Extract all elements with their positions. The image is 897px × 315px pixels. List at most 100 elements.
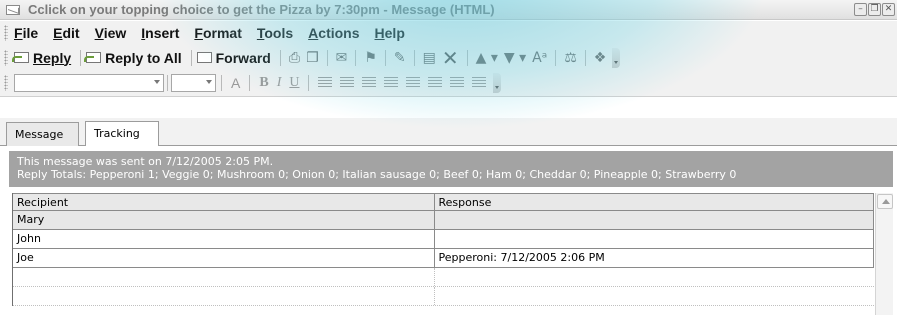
toolbar-grip-icon[interactable] [4,49,8,66]
font-size-icon[interactable]: Aᵃ [532,50,547,66]
table-row[interactable]: Joe Pepperoni: 7/12/2005 2:06 PM [13,249,874,268]
menu-format[interactable]: Format [194,25,241,41]
menu-bar: File Edit View Insert Format Tools Actio… [0,21,897,45]
toolbar-separator [326,49,328,66]
decrease-indent-icon[interactable] [428,77,443,89]
toolbar-separator [355,49,357,66]
close-button[interactable]: ✕ [882,3,895,16]
standard-toolbar: Reply Reply to All Forward ⎙ ❐ ✉ ⚑ ✎ ▤ ✕… [0,45,897,70]
table-header: Recipient Response [13,193,874,211]
minimize-button[interactable]: – [854,3,867,16]
menu-edit[interactable]: Edit [53,25,79,41]
tab-strip: Message Tracking [0,118,897,146]
response-cell [435,211,874,229]
tab-tracking[interactable]: Tracking [85,121,159,146]
reply-all-button[interactable]: Reply to All [84,49,182,66]
copy-icon[interactable]: ❐ [306,50,319,66]
align-left-icon[interactable] [318,77,333,89]
align-center-icon[interactable] [340,77,355,89]
empty-cell [13,287,435,305]
forward-label: Forward [215,49,271,66]
sent-line: This message was sent on 7/12/2005 2:05 … [17,155,274,168]
align-right-icon[interactable] [362,77,377,89]
menu-actions[interactable]: Actions [308,25,359,41]
menu-file[interactable]: File [14,25,38,41]
table-row[interactable]: John [13,230,874,249]
title-bar: Cclick on your topping choice to get the… [0,0,897,20]
underline-button[interactable]: U [289,75,299,91]
envelope-icon [6,4,20,15]
forward-button[interactable]: Forward [196,49,271,66]
toolbar-separator [466,49,468,66]
forward-icon [196,50,214,65]
tracking-table: Recipient Response Mary John Joe Peppero… [12,193,874,306]
reply-label: Reply [33,49,72,66]
toolbar-options-chevron-icon[interactable] [612,47,621,68]
toolbar-separator [190,49,192,66]
font-color-button[interactable]: A [231,75,240,91]
empty-row [13,268,874,287]
tracking-info-bar: This message was sent on 7/12/2005 2:05 … [9,151,893,187]
help-icon[interactable]: ❖ [594,50,607,66]
response-cell [435,230,874,248]
horizontal-line-icon[interactable] [472,77,487,89]
format-options-chevron-icon[interactable] [493,73,502,93]
empty-cell [435,268,874,286]
categorize-icon[interactable]: ✎ [394,50,406,66]
bold-button[interactable]: B [259,75,268,91]
bulleted-list-icon[interactable] [406,77,421,89]
flag-icon[interactable]: ⚑ [364,50,377,66]
reply-all-icon [84,50,103,65]
italic-button[interactable]: I [277,75,282,91]
print-icon[interactable]: ⎙ [289,50,300,66]
toolbar-separator [413,49,415,66]
toolbar-separator [384,49,386,66]
toolbar-separator [555,49,557,66]
menu-grip-icon[interactable] [4,25,8,41]
empty-row [13,287,874,306]
recipient-cell: John [13,230,435,248]
table-row[interactable]: Mary [13,211,874,230]
junk-icon[interactable]: ⚖ [564,50,577,66]
response-cell: Pepperoni: 7/12/2005 2:06 PM [435,249,874,267]
menu-help[interactable]: Help [375,25,405,41]
reply-all-label: Reply to All [105,49,182,66]
vertical-scrollbar[interactable] [875,193,893,315]
menu-view[interactable]: View [95,25,127,41]
toolbar-separator [308,75,310,91]
menu-tools[interactable]: Tools [257,25,293,41]
toolbar-separator [221,75,222,91]
restore-button[interactable]: ❐ [868,3,881,16]
menu-insert[interactable]: Insert [141,25,179,41]
format-grip-icon[interactable] [4,75,8,91]
recipient-cell: Mary [13,211,435,229]
window-controls: – ❐ ✕ [854,3,895,16]
delete-icon[interactable]: ✕ [442,48,459,68]
reply-button[interactable]: Reply [12,49,72,66]
reply-icon [12,50,31,65]
reply-totals-line: Reply Totals: Pepperoni 1; Veggie 0; Mus… [17,168,737,181]
column-header-recipient[interactable]: Recipient [13,194,435,210]
formatting-toolbar: A B I U [0,70,897,97]
toolbar-separator [279,49,281,66]
tracking-pane: This message was sent on 7/12/2005 2:05 … [0,147,897,315]
size-combo[interactable] [171,74,216,92]
scroll-up-icon[interactable] [877,194,893,209]
chevron-down-icon [154,80,160,84]
empty-cell [13,268,435,286]
window-title: Cclick on your topping choice to get the… [28,2,495,17]
chevron-down-icon [206,80,212,84]
empty-cell [435,287,874,305]
recipient-cell: Joe [13,249,435,267]
numbered-list-icon[interactable] [384,77,399,89]
increase-indent-icon[interactable] [450,77,465,89]
column-header-response[interactable]: Response [435,194,874,210]
move-icon[interactable]: ✉ [336,50,348,66]
next-item-icon[interactable]: ▼ ▾ [504,50,526,66]
address-book-icon[interactable]: ▤ [423,50,436,66]
toolbar-separator [80,49,82,66]
toolbar-separator [249,75,251,91]
tab-message[interactable]: Message [6,122,79,146]
previous-item-icon[interactable]: ▲ ▾ [476,50,498,66]
font-combo[interactable] [14,74,164,92]
